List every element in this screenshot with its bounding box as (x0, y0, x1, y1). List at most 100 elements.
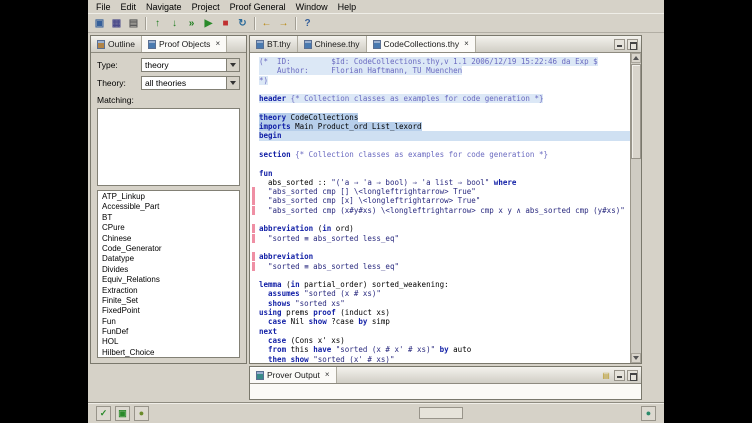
theory-list-item[interactable]: ATP_Linkup (98, 192, 239, 202)
scrollbar-thumb[interactable] (631, 64, 641, 159)
scroll-lock-icon[interactable]: ▤ (600, 369, 612, 381)
view-tab-proof-objects[interactable]: Proof Objects× (142, 36, 227, 52)
scroll-down-icon[interactable] (631, 353, 641, 363)
close-icon[interactable]: × (215, 40, 220, 48)
restart-button[interactable]: ↻ (234, 15, 251, 32)
close-icon[interactable]: × (325, 371, 330, 379)
code-line: case (Cons x' xs) (259, 336, 630, 345)
toggle-scripting-button[interactable]: ▣ (115, 406, 130, 421)
theory-list-item[interactable]: FixedPoint (98, 306, 239, 316)
toggle-symbols-button[interactable]: ✓ (96, 406, 111, 421)
forward-button[interactable]: → (275, 15, 292, 32)
theory-list-item[interactable]: Datatype (98, 254, 239, 264)
code-token: abbreviation (259, 252, 313, 261)
minimize-icon[interactable] (614, 370, 625, 381)
theory-list-item[interactable]: FunDef (98, 327, 239, 337)
back-button[interactable]: ← (258, 15, 275, 32)
code-token: begin (259, 131, 282, 140)
theory-list-item[interactable]: Code_Generator (98, 244, 239, 254)
app-window: FileEditNavigateProjectProof GeneralWind… (88, 0, 664, 423)
code-token: ( (313, 224, 322, 233)
code-token: simp (367, 317, 390, 326)
code-token: abbreviation (259, 224, 313, 233)
code-token: proof (313, 308, 336, 317)
code-token: prems (282, 308, 314, 317)
heap-status-button[interactable]: ● (641, 406, 656, 421)
chevron-down-icon[interactable] (226, 59, 239, 71)
code-line: shows "sorted xs" (259, 299, 630, 308)
menu-edit[interactable]: Edit (116, 2, 142, 12)
menu-window[interactable]: Window (291, 2, 333, 12)
theory-list-item[interactable]: Divides (98, 265, 239, 275)
maximize-icon[interactable] (627, 370, 638, 381)
code-line: header {* Collection classes as examples… (259, 94, 630, 103)
matching-label: Matching: (97, 95, 240, 105)
theory-list-item[interactable]: Chinese (98, 234, 239, 244)
save-button[interactable]: ▦ (108, 15, 125, 32)
code-area[interactable]: (* ID: $Id: CodeCollections.thy,v 1.1 20… (250, 53, 630, 363)
code-token (259, 289, 268, 298)
type-combo[interactable]: theory (141, 58, 240, 72)
editor-tab-codecollections-thy[interactable]: CodeCollections.thy× (367, 36, 476, 52)
maximize-icon[interactable] (627, 39, 638, 50)
theory-list-item[interactable]: HOL (98, 337, 239, 347)
menu-file[interactable]: File (91, 2, 116, 12)
code-token: "abs_sorted cmp [x] \<longleftrightarrow… (268, 196, 480, 205)
theory-list-item[interactable]: Finite_Set (98, 296, 239, 306)
code-line: abbreviation (259, 252, 630, 261)
code-token: "sorted (x # x' # xs)" (336, 345, 435, 354)
menu-help[interactable]: Help (333, 2, 362, 12)
code-token: Nil (286, 317, 309, 326)
code-line (259, 271, 630, 280)
menu-proof-general[interactable]: Proof General (225, 2, 291, 12)
menu-project[interactable]: Project (187, 2, 225, 12)
editor-vertical-scrollbar[interactable] (630, 53, 641, 363)
theory-combo[interactable]: all theories (141, 76, 240, 90)
theory-list-item[interactable]: Fun (98, 317, 239, 327)
code-line (259, 215, 630, 224)
editor-body: (* ID: $Id: CodeCollections.thy,v 1.1 20… (250, 53, 641, 363)
prover-output-body (250, 384, 641, 399)
toggle-output-button[interactable]: ● (134, 406, 149, 421)
print-button[interactable]: ▤ (125, 15, 142, 32)
code-token: in (291, 280, 300, 289)
matching-input[interactable] (97, 108, 240, 186)
theory-list-item[interactable]: BT (98, 213, 239, 223)
goto-button[interactable]: » (183, 15, 200, 32)
code-token (259, 187, 268, 196)
theory-list-item[interactable]: Accessible_Part (98, 202, 239, 212)
toolbar-separator (295, 17, 296, 30)
close-icon[interactable]: × (464, 40, 469, 48)
theory-list-item[interactable]: CPure (98, 223, 239, 233)
next-step-button[interactable]: ↓ (166, 15, 183, 32)
code-token: shows (268, 299, 291, 308)
code-token: "sorted xs" (295, 299, 345, 308)
processed-highlight: (* ID: $Id: CodeCollections.thy,v 1.1 20… (259, 57, 598, 66)
menu-navigate[interactable]: Navigate (141, 2, 187, 12)
type-label: Type: (97, 60, 141, 70)
view-tab-prover-output[interactable]: Prover Output× (250, 367, 337, 383)
undo-step-button[interactable]: ↑ (149, 15, 166, 32)
code-line: imports Main Product_ord List_lexord (259, 122, 630, 131)
file-icon (148, 40, 156, 49)
code-line (259, 141, 630, 150)
scrollbar-track[interactable] (631, 63, 641, 353)
new-wizard-button[interactable]: ▣ (91, 15, 108, 32)
editor-tab-bt-thy[interactable]: BT.thy (250, 36, 298, 52)
scroll-up-icon[interactable] (631, 53, 641, 63)
theory-list-item[interactable]: Equiv_Relations (98, 275, 239, 285)
stop-button[interactable]: ■ (217, 15, 234, 32)
theory-list-item[interactable]: Hilbert_Choice (98, 348, 239, 358)
help-button[interactable]: ? (299, 15, 316, 32)
minimize-icon[interactable] (614, 39, 625, 50)
change-marker-icon (252, 187, 255, 196)
editor-tab-chinese-thy[interactable]: Chinese.thy (298, 36, 367, 52)
processed-highlight: Author: Florian Haftmann, TU Muenchen (259, 66, 462, 75)
code-line: abbreviation (in ord) (259, 224, 630, 233)
chevron-down-icon[interactable] (226, 77, 239, 89)
code-token: show (309, 317, 327, 326)
code-token: "sorted (x' # xs)" (313, 355, 394, 364)
theory-list-item[interactable]: Extraction (98, 286, 239, 296)
view-tab-outline[interactable]: Outline (91, 36, 142, 52)
run-button[interactable]: ▶ (200, 15, 217, 32)
